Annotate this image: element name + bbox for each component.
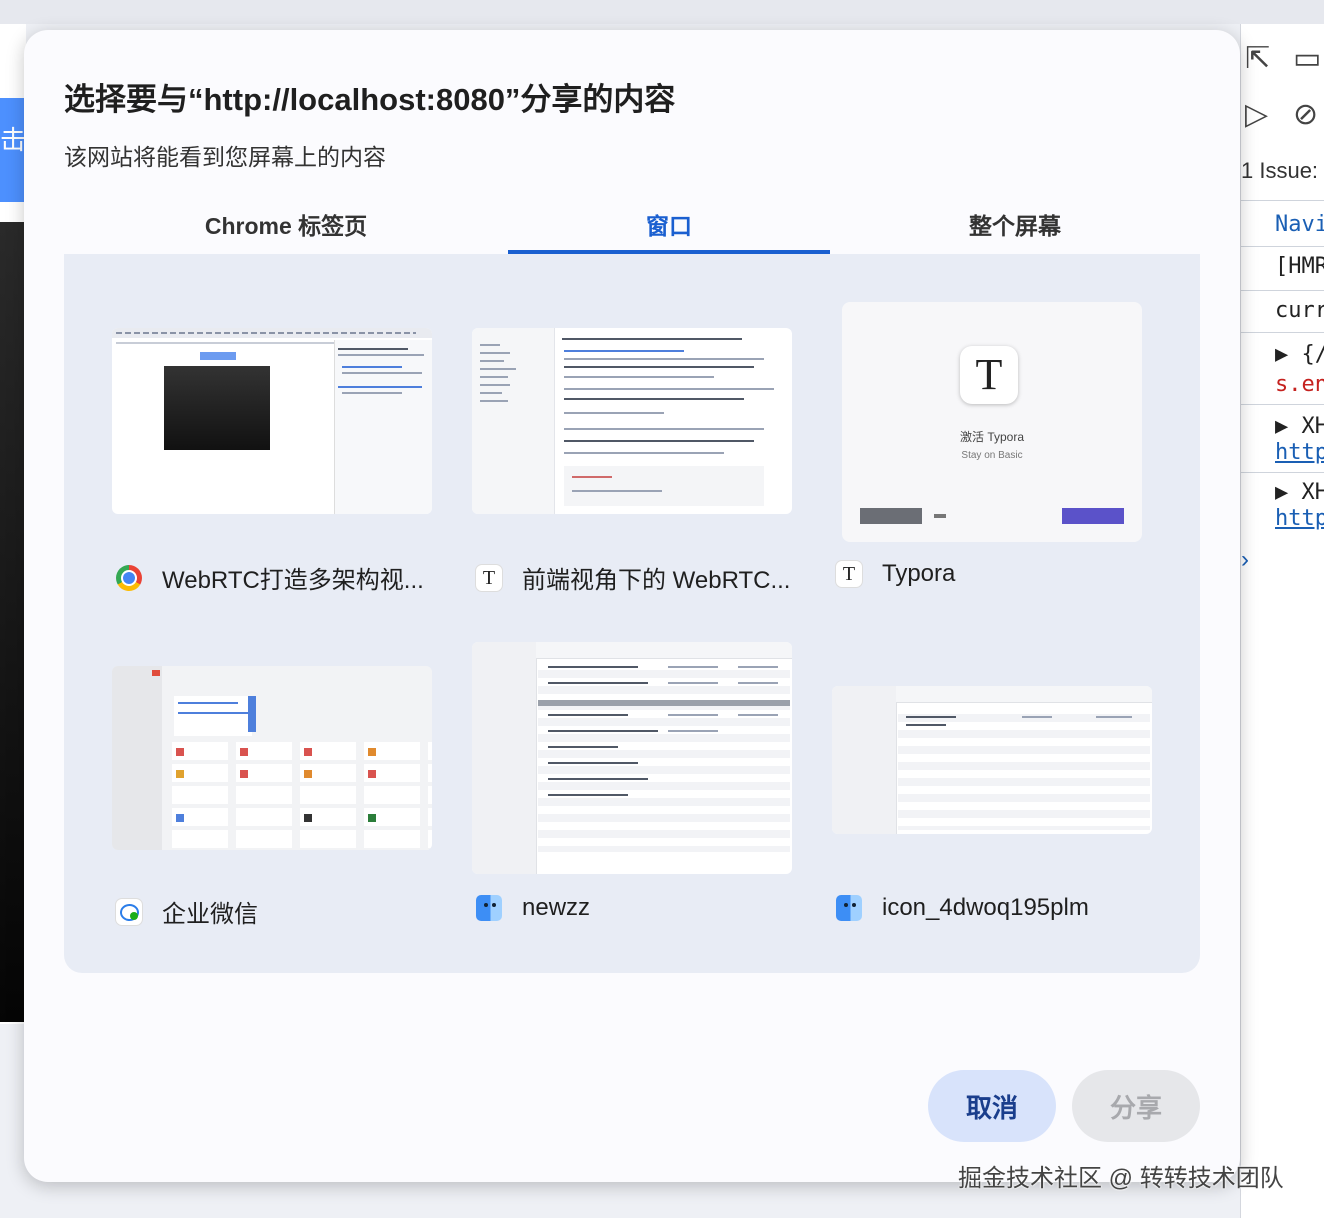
divider [1241,290,1324,291]
share-screen-dialog: 选择要与“http://localhost:8080”分享的内容 该网站将能看到… [24,30,1240,1182]
source-tabs: Chrome 标签页 窗口 整个屏幕 [64,194,1200,255]
device-toolbar-icon[interactable]: ▭ [1293,44,1321,74]
browser-top-bar [0,0,1324,24]
chrome-icon [116,564,142,591]
devtools-panel: ⇱ ▭ ▷ ⊘ 1 Issue: Navi [HMR curr ▶ {/ s.e… [1240,24,1324,1218]
divider [1241,332,1324,333]
typora-sub-text: Stay on Basic [961,450,1023,461]
divider [1241,246,1324,247]
console-link[interactable]: http [1275,440,1324,465]
window-title: icon_4dwoq195plm [882,894,1089,921]
window-title: newzz [522,894,591,921]
console-row[interactable]: ▶ {/ [1275,342,1324,367]
console-row: curr [1275,298,1324,323]
watermark: 掘金技术社区 @ 转转技术团队 [958,1165,1284,1192]
window-label: newzz [476,894,590,922]
clear-console-icon[interactable]: ⊘ [1293,100,1318,130]
window-label: icon_4dwoq195plm [836,894,1089,922]
console-link[interactable]: http [1275,506,1324,531]
dialog-subtitle: 该网站将能看到您屏幕上的内容 [64,144,386,170]
console-row: [HMR [1275,254,1324,279]
window-title: 前端视角下的 WebRTC... [522,567,791,594]
console-row[interactable]: ▶ XH [1275,480,1324,505]
window-label: T Typora [836,560,955,588]
tab-window[interactable]: 窗口 [508,194,830,253]
typora-activate-text: 激活 Typora [959,430,1025,444]
console-row[interactable]: ▶ XH [1275,414,1324,439]
window-thumbnail [472,642,792,874]
window-thumbnail: T 激活 Typora Stay on Basic [842,302,1142,542]
window-title: 企业微信 [162,901,258,928]
window-thumbnail [472,328,792,514]
background-page-left-edge: 击 [0,24,26,1024]
divider [1241,472,1324,473]
window-title: WebRTC打造多架构视... [162,567,424,594]
typora-icon: T [836,561,862,587]
share-button[interactable]: 分享 [1072,1070,1200,1142]
window-thumbnail [112,328,432,514]
background-blue-button: 击 [0,98,26,202]
finder-icon [836,895,862,921]
divider [1241,200,1324,201]
divider [1241,404,1324,405]
window-thumbnail [832,686,1152,834]
background-button-text: 击 [0,126,27,156]
window-label: 企业微信 [116,894,258,929]
sidebar-toggle-icon[interactable]: ▷ [1245,100,1268,130]
typora-icon: T [476,564,502,591]
inspect-element-icon[interactable]: ⇱ [1245,44,1270,74]
window-grid: WebRTC打造多架构视... T 前端视角下的 WebRTC... T 激活 … [64,254,1200,973]
wecom-icon [116,898,142,925]
window-thumbnail [112,666,432,850]
window-title: Typora [882,560,956,587]
finder-icon [476,895,502,921]
dialog-title: 选择要与“http://localhost:8080”分享的内容 [64,82,676,117]
tab-entire-screen[interactable]: 整个屏幕 [830,194,1200,253]
console-prompt-chevron-icon[interactable]: › [1241,546,1249,574]
issues-count[interactable]: 1 Issue: [1241,158,1318,184]
cancel-button[interactable]: 取消 [928,1070,1056,1142]
window-label: T 前端视角下的 WebRTC... [476,560,790,595]
console-row: s.en [1275,372,1324,397]
tab-chrome-tabs[interactable]: Chrome 标签页 [64,194,508,253]
background-video-area [0,222,26,1022]
console-row: Navi [1275,212,1324,237]
typora-logo: T [960,346,1018,404]
window-label: WebRTC打造多架构视... [116,560,424,595]
